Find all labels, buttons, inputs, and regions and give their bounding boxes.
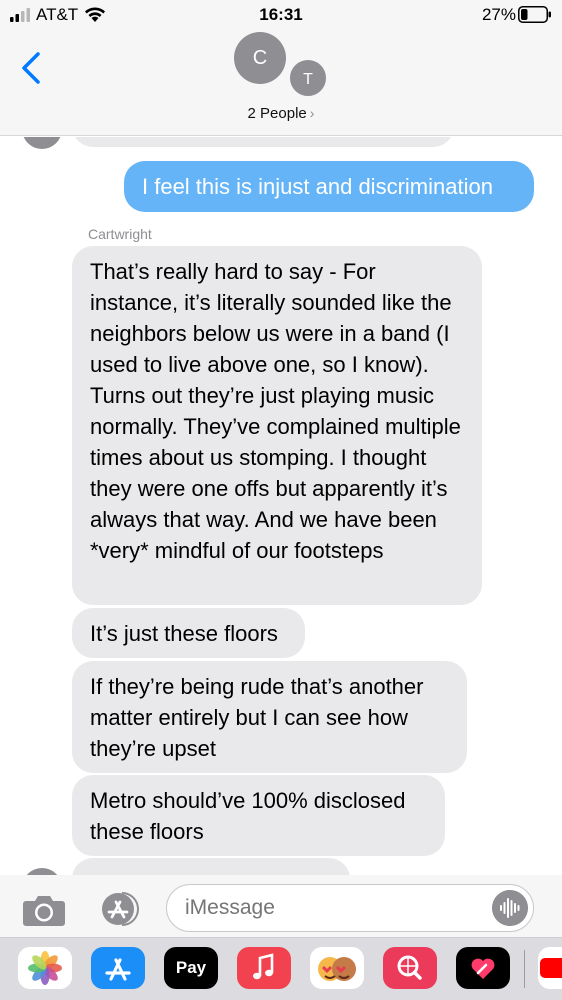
drawer-divider	[524, 950, 525, 988]
app-drawer: Pay	[0, 937, 562, 1000]
battery-percentage: 27%	[481, 5, 516, 24]
camera-icon[interactable]	[22, 893, 66, 927]
memoji-icon[interactable]	[310, 947, 364, 989]
apple-pay-label: Pay	[175, 958, 207, 977]
apple-pay-icon[interactable]: Pay	[164, 947, 218, 989]
web-search-icon[interactable]	[383, 947, 437, 989]
sender-avatar	[22, 137, 62, 149]
digital-touch-icon[interactable]	[456, 947, 510, 989]
incoming-message[interactable]: Metro should’ve 100% disclosed these flo…	[72, 775, 445, 856]
app-store-toggle-icon[interactable]	[96, 891, 144, 927]
app-store-icon[interactable]	[91, 947, 145, 989]
avatar-t[interactable]: T	[288, 58, 328, 98]
avatar-c[interactable]: C	[234, 32, 286, 84]
back-chevron-icon[interactable]	[18, 50, 46, 86]
music-icon[interactable]	[237, 947, 291, 989]
group-members-link[interactable]: 2 People ›	[0, 105, 562, 122]
message-thread[interactable]: I feel this is injust and discrimination…	[0, 137, 562, 875]
battery-icon	[518, 6, 551, 23]
message-input[interactable]	[166, 884, 534, 932]
status-bar: AT&T 16:31 27%	[0, 0, 562, 30]
outgoing-message[interactable]: I feel this is injust and discrimination	[124, 161, 534, 212]
incoming-message[interactable]: That’s really hard to say - For instance…	[72, 246, 482, 605]
people-count-label: 2 People	[247, 105, 307, 122]
status-time: 16:31	[259, 5, 303, 24]
chevron-right-icon: ›	[309, 105, 315, 121]
sender-name: Cartwright	[88, 226, 152, 242]
sender-avatar	[22, 868, 62, 875]
photos-icon[interactable]	[18, 947, 72, 989]
message-bubble-partial[interactable]	[72, 858, 350, 875]
message-bubble-partial[interactable]	[72, 137, 454, 147]
incoming-message[interactable]: If they’re being rude that’s another mat…	[72, 661, 467, 773]
audio-message-icon[interactable]	[492, 890, 528, 926]
conversation-header: C T 2 People ›	[0, 30, 562, 136]
message-input-bar	[0, 875, 562, 937]
incoming-message[interactable]: It’s just these floors	[72, 608, 305, 658]
youtube-icon[interactable]	[538, 947, 562, 989]
